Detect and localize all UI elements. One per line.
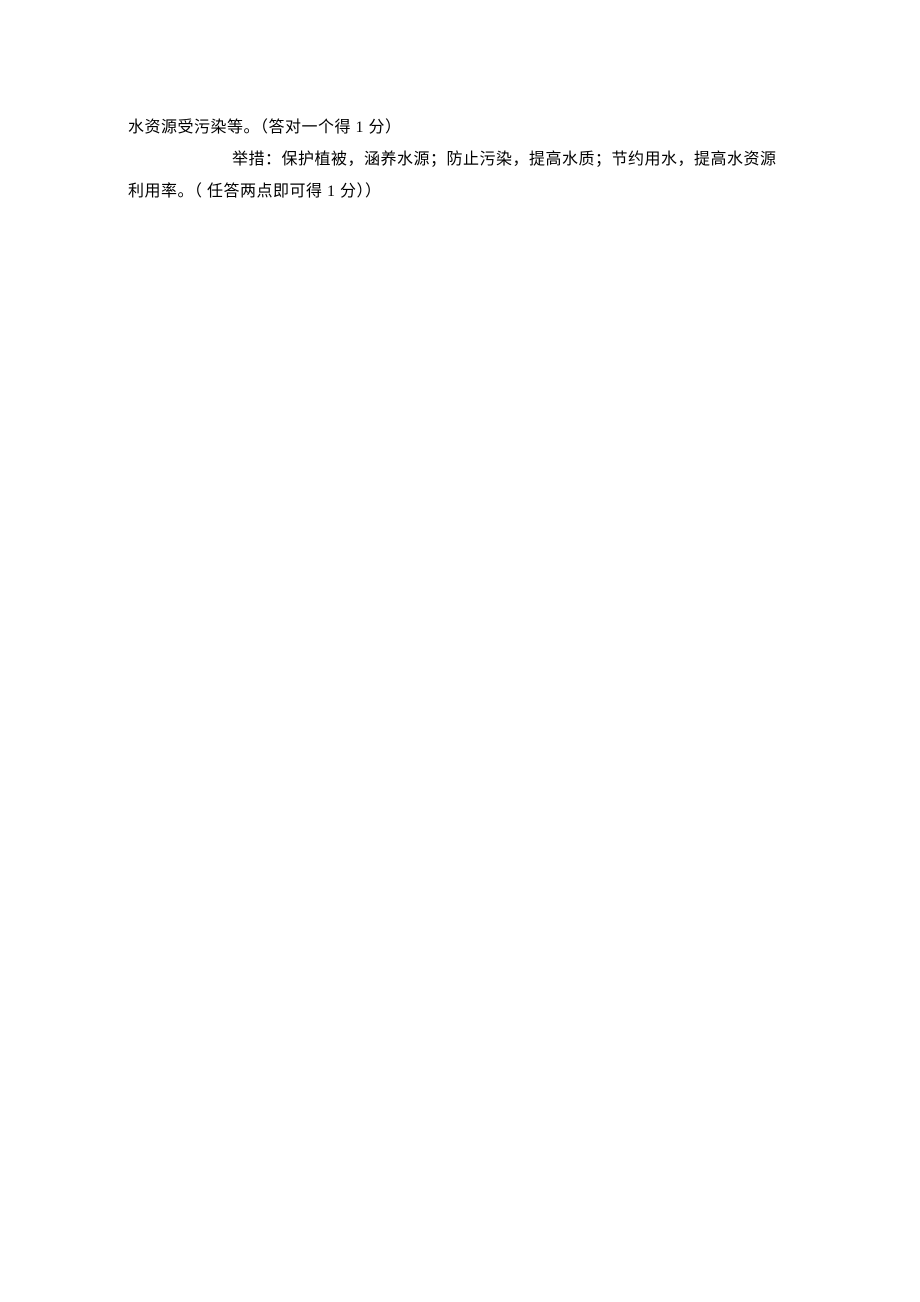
- document-content: 水资源受污染等。（答对一个得 1 分） 举措：保护植被，涵养水源；防止污染，提高…: [128, 112, 800, 208]
- answer-line-3: 利用率。（ 任答两点即可得 1 分））: [128, 176, 800, 208]
- answer-line-1: 水资源受污染等。（答对一个得 1 分）: [128, 112, 800, 144]
- answer-line-2: 举措：保护植被，涵养水源；防止污染，提高水质；节约用水，提高水资源: [128, 144, 800, 176]
